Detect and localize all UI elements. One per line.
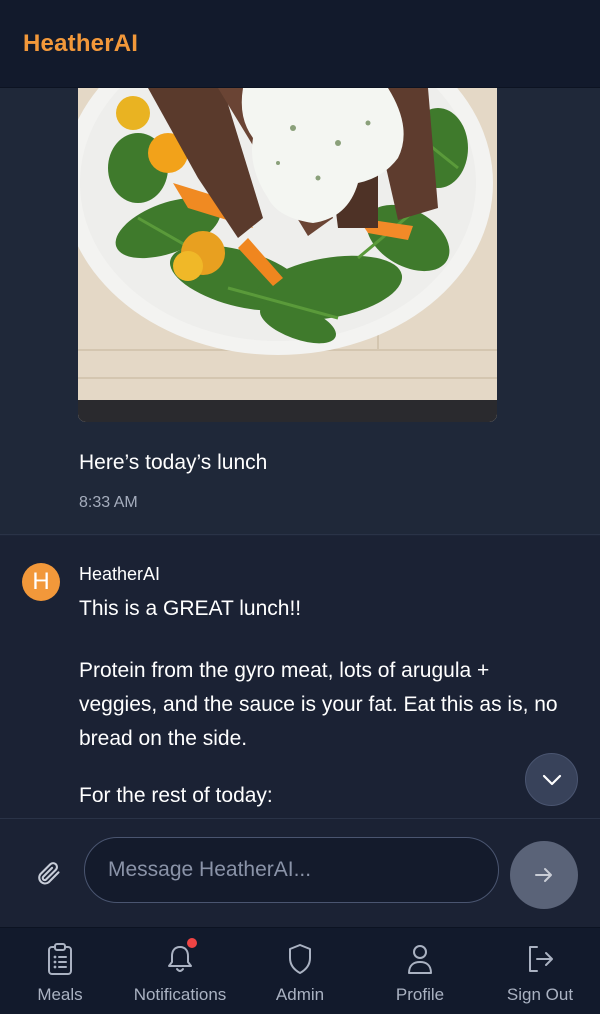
nav-label: Meals	[37, 985, 83, 1004]
nav-item-meals[interactable]: Meals	[0, 928, 120, 1014]
chat-area[interactable]: Here’s today’s lunch 8:33 AM H HeatherAI…	[0, 88, 600, 818]
chevron-down-icon	[542, 774, 561, 785]
user-message: Here’s today’s lunch 8:33 AM	[0, 88, 600, 535]
message-timestamp: 8:33 AM	[79, 494, 138, 511]
clipboard-icon	[48, 943, 72, 975]
app-header: HeatherAI	[0, 0, 600, 88]
ai-paragraph: Protein from the gyro meat, lots of arug…	[79, 659, 558, 750]
nav-label: Admin	[275, 985, 325, 1004]
arrow-right-icon	[535, 868, 552, 882]
notification-badge	[187, 938, 197, 948]
bottom-nav: Meals Notifications Admin Profile Sign O…	[0, 927, 600, 1014]
nav-item-sign-out[interactable]: Sign Out	[480, 928, 600, 1014]
attach-button[interactable]	[34, 859, 62, 887]
nav-item-notifications[interactable]: Notifications	[120, 928, 240, 1014]
sign-out-icon	[529, 946, 553, 972]
shield-icon	[289, 944, 311, 974]
message-input[interactable]	[84, 837, 499, 903]
user-message-text: Here’s today’s lunch	[79, 451, 268, 474]
send-button[interactable]	[510, 841, 578, 909]
nav-label: Sign Out	[506, 985, 574, 1004]
person-icon	[408, 945, 432, 974]
ai-paragraph: For the rest of today:	[79, 784, 273, 807]
app-title: HeatherAI	[23, 30, 139, 57]
scroll-to-bottom-button[interactable]	[525, 753, 578, 806]
ai-message: H HeatherAI This is a GREAT lunch!! Prot…	[0, 536, 600, 818]
ai-paragraph: This is a GREAT lunch!!	[79, 597, 302, 620]
nav-label: Notifications	[133, 985, 227, 1004]
nav-label: Profile	[395, 985, 445, 1004]
nav-item-admin[interactable]: Admin	[240, 928, 360, 1014]
ai-sender-name: HeatherAI	[79, 564, 161, 584]
message-composer	[0, 818, 600, 927]
paperclip-icon	[38, 862, 60, 885]
ai-avatar: H	[22, 563, 60, 601]
lunch-photo[interactable]	[78, 88, 497, 422]
nav-item-profile[interactable]: Profile	[360, 928, 480, 1014]
